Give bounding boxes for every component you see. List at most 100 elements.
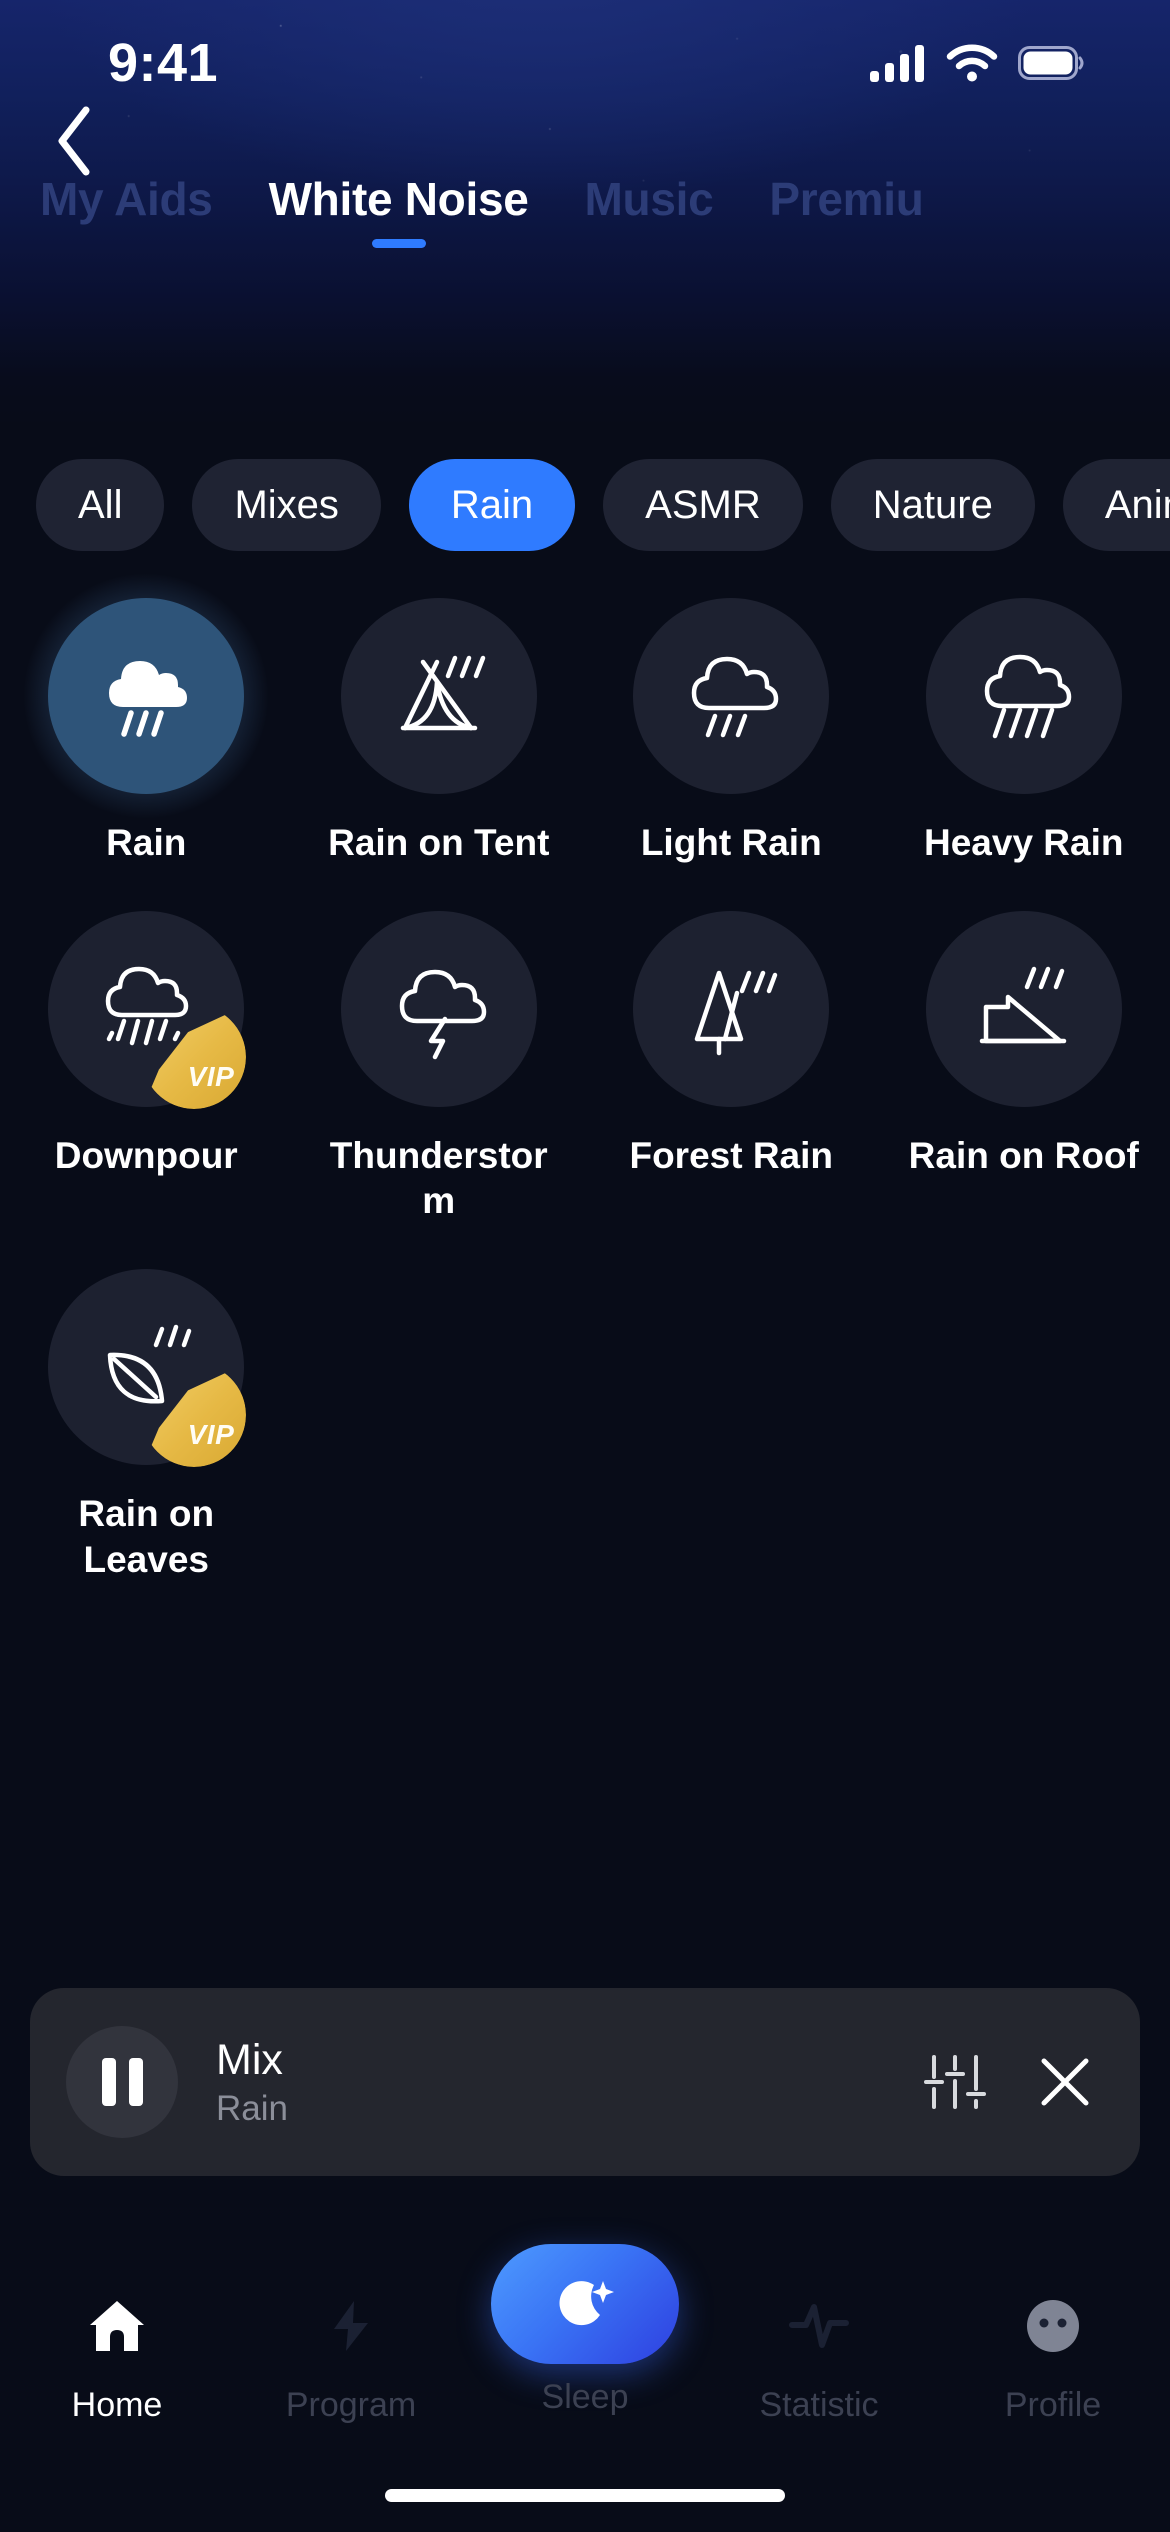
category-chip-mixes[interactable]: Mixes xyxy=(192,459,381,551)
vip-badge-wedge xyxy=(142,1363,247,1468)
app-screen: 9:41 My Aids White Noise Music Premiu Al… xyxy=(0,0,1170,2532)
tab-underline xyxy=(371,239,426,248)
pulse-wave-icon xyxy=(789,2304,849,2348)
tile-circle xyxy=(633,911,830,1108)
tile-circle-wrap xyxy=(340,598,537,794)
vip-badge: VIP xyxy=(142,1005,247,1110)
sound-tile-thunderstorm[interactable]: Thunderstorm xyxy=(293,911,586,1223)
tile-circle-wrap xyxy=(22,572,271,820)
pause-icon xyxy=(101,2058,143,2106)
tile-circle xyxy=(48,598,245,794)
tab-premium[interactable]: Premiu xyxy=(769,172,923,248)
nav-label: Profile xyxy=(1004,2386,1102,2424)
battery-icon xyxy=(1018,45,1084,80)
tile-circle xyxy=(340,598,537,794)
vip-badge: VIP xyxy=(142,1363,247,1468)
tab-label: Music xyxy=(584,173,714,225)
tile-circle xyxy=(340,911,537,1108)
nav-item-program[interactable]: Program xyxy=(234,2280,468,2425)
tile-label: Forest Rain xyxy=(629,1135,834,1177)
sound-tile-rain-on-roof[interactable]: Rain on Roof xyxy=(878,911,1170,1223)
tile-circle xyxy=(633,598,830,794)
mini-player-title: Mix xyxy=(216,2035,283,2084)
category-chip-all[interactable]: All xyxy=(36,459,165,551)
status-time: 9:41 xyxy=(108,32,219,93)
play-pause-button[interactable] xyxy=(66,2026,178,2138)
tile-label: Thunderstorm xyxy=(329,1135,548,1222)
close-x-icon[interactable] xyxy=(1034,2051,1096,2113)
sleep-button[interactable] xyxy=(491,2244,679,2364)
nav-label: Home xyxy=(71,2386,163,2424)
cloud-light-rain-icon xyxy=(692,656,779,738)
cellular-bars-icon xyxy=(870,44,924,82)
tile-circle-wrap xyxy=(633,598,830,794)
tile-label: Rain on Roof xyxy=(908,1135,1139,1177)
bolt-icon xyxy=(334,2301,368,2351)
sound-grid: Rain Rain on Tent Light Rain Heavy Rain … xyxy=(0,572,1170,1628)
cloud-lightning-icon xyxy=(399,969,486,1060)
nav-label: Statistic xyxy=(759,2386,879,2424)
tab-label: Premiu xyxy=(769,173,924,225)
sound-tile-light-rain[interactable]: Light Rain xyxy=(585,598,878,865)
tile-label: Rain xyxy=(106,822,187,863)
status-icons xyxy=(870,44,1084,82)
tile-circle-wrap xyxy=(633,911,830,1108)
equalizer-sliders-icon[interactable] xyxy=(924,2051,986,2113)
category-chip-asmr[interactable]: ASMR xyxy=(603,459,803,551)
home-indicator xyxy=(385,2489,785,2502)
sound-tile-rain[interactable]: Rain xyxy=(0,572,293,865)
category-chip-rain[interactable]: Rain xyxy=(408,459,576,551)
category-chip-nature[interactable]: Nature xyxy=(830,459,1035,551)
moon-star-icon xyxy=(559,2281,614,2326)
tile-label: Light Rain xyxy=(640,822,822,863)
nav-item-home[interactable]: Home xyxy=(0,2280,234,2425)
nav-item-profile[interactable]: Profile xyxy=(936,2280,1170,2425)
tab-my-aids[interactable]: My Aids xyxy=(40,172,213,248)
top-tab-bar[interactable]: My Aids White Noise Music Premiu xyxy=(0,172,1170,292)
tile-label: Rain on Leaves xyxy=(78,1493,215,1580)
sound-tile-downpour[interactable]: VIP Downpour xyxy=(0,911,293,1223)
sound-tile-forest-rain[interactable]: Forest Rain xyxy=(585,911,878,1223)
category-chip-animals[interactable]: Anim xyxy=(1062,459,1170,551)
back-chevron-icon xyxy=(58,106,90,176)
vip-badge-wedge xyxy=(142,1005,247,1110)
nav-icon-wrap xyxy=(86,2280,148,2372)
wifi-icon xyxy=(946,44,998,81)
status-bar: 9:41 xyxy=(0,0,1170,125)
nav-icon-wrap xyxy=(320,2280,382,2372)
tab-label: My Aids xyxy=(40,173,213,225)
sound-tile-heavy-rain[interactable]: Heavy Rain xyxy=(878,598,1170,865)
tab-white-noise[interactable]: White Noise xyxy=(269,172,529,248)
tile-circle-wrap xyxy=(340,911,537,1108)
vip-badge-label: VIP xyxy=(187,1061,235,1093)
tent-rain-icon xyxy=(400,655,485,731)
vip-badge-label: VIP xyxy=(187,1419,235,1451)
nav-icon-wrap xyxy=(788,2280,850,2372)
tile-circle-wrap xyxy=(925,598,1122,794)
sound-tile-rain-on-leaves[interactable]: VIP Rain on Leaves xyxy=(0,1269,293,1581)
category-chip-row[interactable]: All Mixes Rain ASMR Nature Anim xyxy=(0,440,1170,570)
mini-player-text: Mix Rain xyxy=(216,2036,924,2129)
nav-item-sleep[interactable]: Sleep xyxy=(468,2244,702,2417)
cloud-rain-filled-icon xyxy=(109,661,188,737)
tile-circle-wrap: VIP xyxy=(48,1269,247,1468)
tile-label: Rain on Tent xyxy=(328,822,550,863)
roof-rain-icon xyxy=(979,966,1066,1044)
tab-label: White Noise xyxy=(268,173,529,225)
nav-icon-wrap xyxy=(1022,2280,1084,2372)
tree-rain-icon xyxy=(695,970,778,1056)
tile-circle-wrap xyxy=(925,911,1122,1108)
nav-item-statistic[interactable]: Statistic xyxy=(702,2280,936,2425)
tile-label: Heavy Rain xyxy=(924,822,1124,863)
tile-circle-wrap: VIP xyxy=(48,911,247,1110)
profile-face-icon xyxy=(1027,2300,1079,2352)
nav-label: Sleep xyxy=(541,2378,629,2416)
nav-label: Program xyxy=(285,2386,417,2424)
tile-circle xyxy=(925,911,1122,1108)
sound-tile-rain-on-tent[interactable]: Rain on Tent xyxy=(293,598,586,865)
tile-label: Downpour xyxy=(54,1135,238,1177)
mini-player[interactable]: Mix Rain xyxy=(30,1988,1140,2176)
home-icon xyxy=(90,2301,144,2351)
cloud-heavy-rain-icon xyxy=(984,654,1071,739)
tab-music[interactable]: Music xyxy=(585,172,714,248)
